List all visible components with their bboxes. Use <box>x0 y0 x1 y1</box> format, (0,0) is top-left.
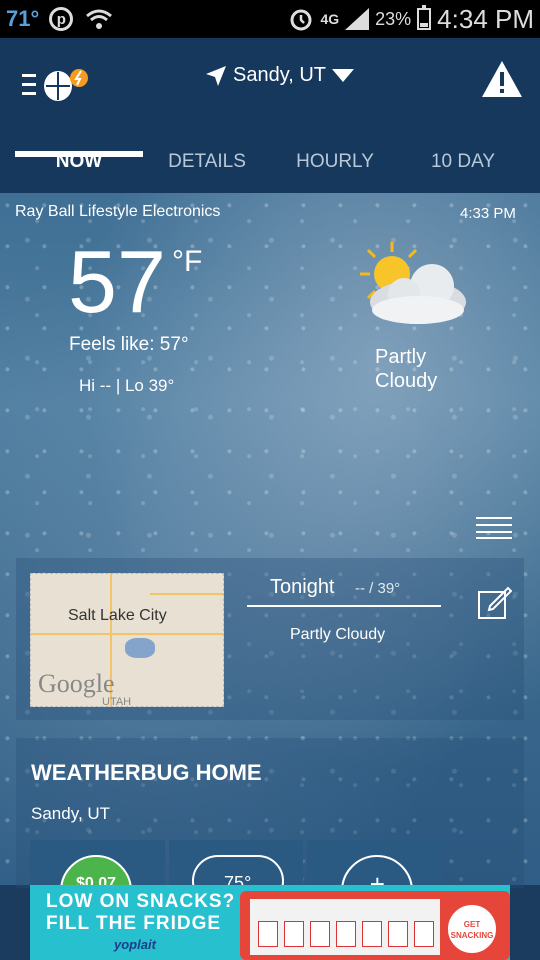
location-arrow-icon <box>206 65 226 86</box>
energy-tile[interactable]: $0.07 <box>30 840 165 885</box>
home-tiles: $0.07 75° + <box>30 840 443 885</box>
tab-details-label: DETAILS <box>168 151 246 172</box>
home-card-title: WEATHERBUG HOME <box>31 760 262 785</box>
google-logo: Google <box>38 669 115 698</box>
radar-map[interactable]: Salt Lake City Google UTAH <box>30 573 224 707</box>
sponsor-label[interactable]: Ray Ball Lifestyle Electronics <box>15 203 220 221</box>
current-condition: Partly Cloudy <box>375 346 438 392</box>
feels-like: Feels like: 57° <box>69 334 189 355</box>
partly-cloudy-icon <box>360 242 466 324</box>
pinterest-icon: p <box>49 7 74 31</box>
map-state-label: UTAH <box>102 696 132 707</box>
tab-details[interactable]: DETAILS <box>143 138 271 173</box>
signal-icon <box>345 8 370 30</box>
ad-banner[interactable]: LOW ON SNACKS? FILL THE FRIDGE yoplait G… <box>30 885 510 960</box>
temperature-unit[interactable]: °F <box>172 245 202 279</box>
observation-time: 4:33 PM <box>460 205 516 222</box>
status-bar: 71° p 4G 23% 4:34 PM <box>0 0 540 38</box>
add-device-button[interactable]: + <box>341 855 414 885</box>
tab-hourly-label: HOURLY <box>296 151 374 172</box>
edit-icon[interactable] <box>476 584 512 620</box>
ad-brand-logo: yoplait <box>114 937 156 952</box>
map-city-label: Salt Lake City <box>68 607 167 624</box>
forecast-divider <box>247 605 441 607</box>
active-tab-indicator <box>15 151 143 157</box>
thermostat-tile[interactable]: 75° <box>168 840 304 885</box>
status-temp: 71° <box>6 6 40 31</box>
get-snacking-badge: GET SNACKING <box>446 903 498 955</box>
thermostat-temp: 75° <box>191 855 284 885</box>
weatherbug-menu-icon[interactable] <box>22 66 92 106</box>
list-view-icon[interactable] <box>476 515 512 539</box>
network-badge: 4G <box>320 11 340 27</box>
forecast-period: Tonight <box>270 576 335 598</box>
add-device-tile[interactable]: + <box>307 840 443 885</box>
home-card-location: Sandy, UT <box>31 804 111 823</box>
energy-cost-badge: $0.07 <box>60 855 132 885</box>
app-header: Sandy, UT NOW DETAILS HOURLY 10 DAY <box>0 38 540 193</box>
fridge-image: GET SNACKING <box>240 891 510 960</box>
tab-10-day-label: 10 DAY <box>430 151 496 172</box>
forecast-condition: Partly Cloudy <box>290 626 386 643</box>
alarm-icon <box>290 9 312 31</box>
tab-10-day[interactable]: 10 DAY <box>399 138 527 173</box>
ad-subheadline: FILL THE FRIDGE <box>46 913 222 934</box>
battery-percent: 23% <box>375 8 412 29</box>
location-selector[interactable]: Sandy, UT <box>205 64 354 87</box>
wifi-icon <box>86 9 113 29</box>
battery-icon <box>417 5 432 30</box>
alert-icon[interactable] <box>481 60 523 98</box>
hi-lo: Hi -- | Lo 39° <box>79 376 175 395</box>
forecast-temps: -- / 39° <box>355 580 401 597</box>
ad-headline: LOW ON SNACKS? <box>46 891 236 912</box>
location-label: Sandy, UT <box>233 64 326 86</box>
dropdown-caret-icon <box>332 68 354 82</box>
current-temperature: 57 <box>68 232 166 331</box>
tab-hourly[interactable]: HOURLY <box>271 138 399 173</box>
status-time: 4:34 PM <box>437 3 534 34</box>
